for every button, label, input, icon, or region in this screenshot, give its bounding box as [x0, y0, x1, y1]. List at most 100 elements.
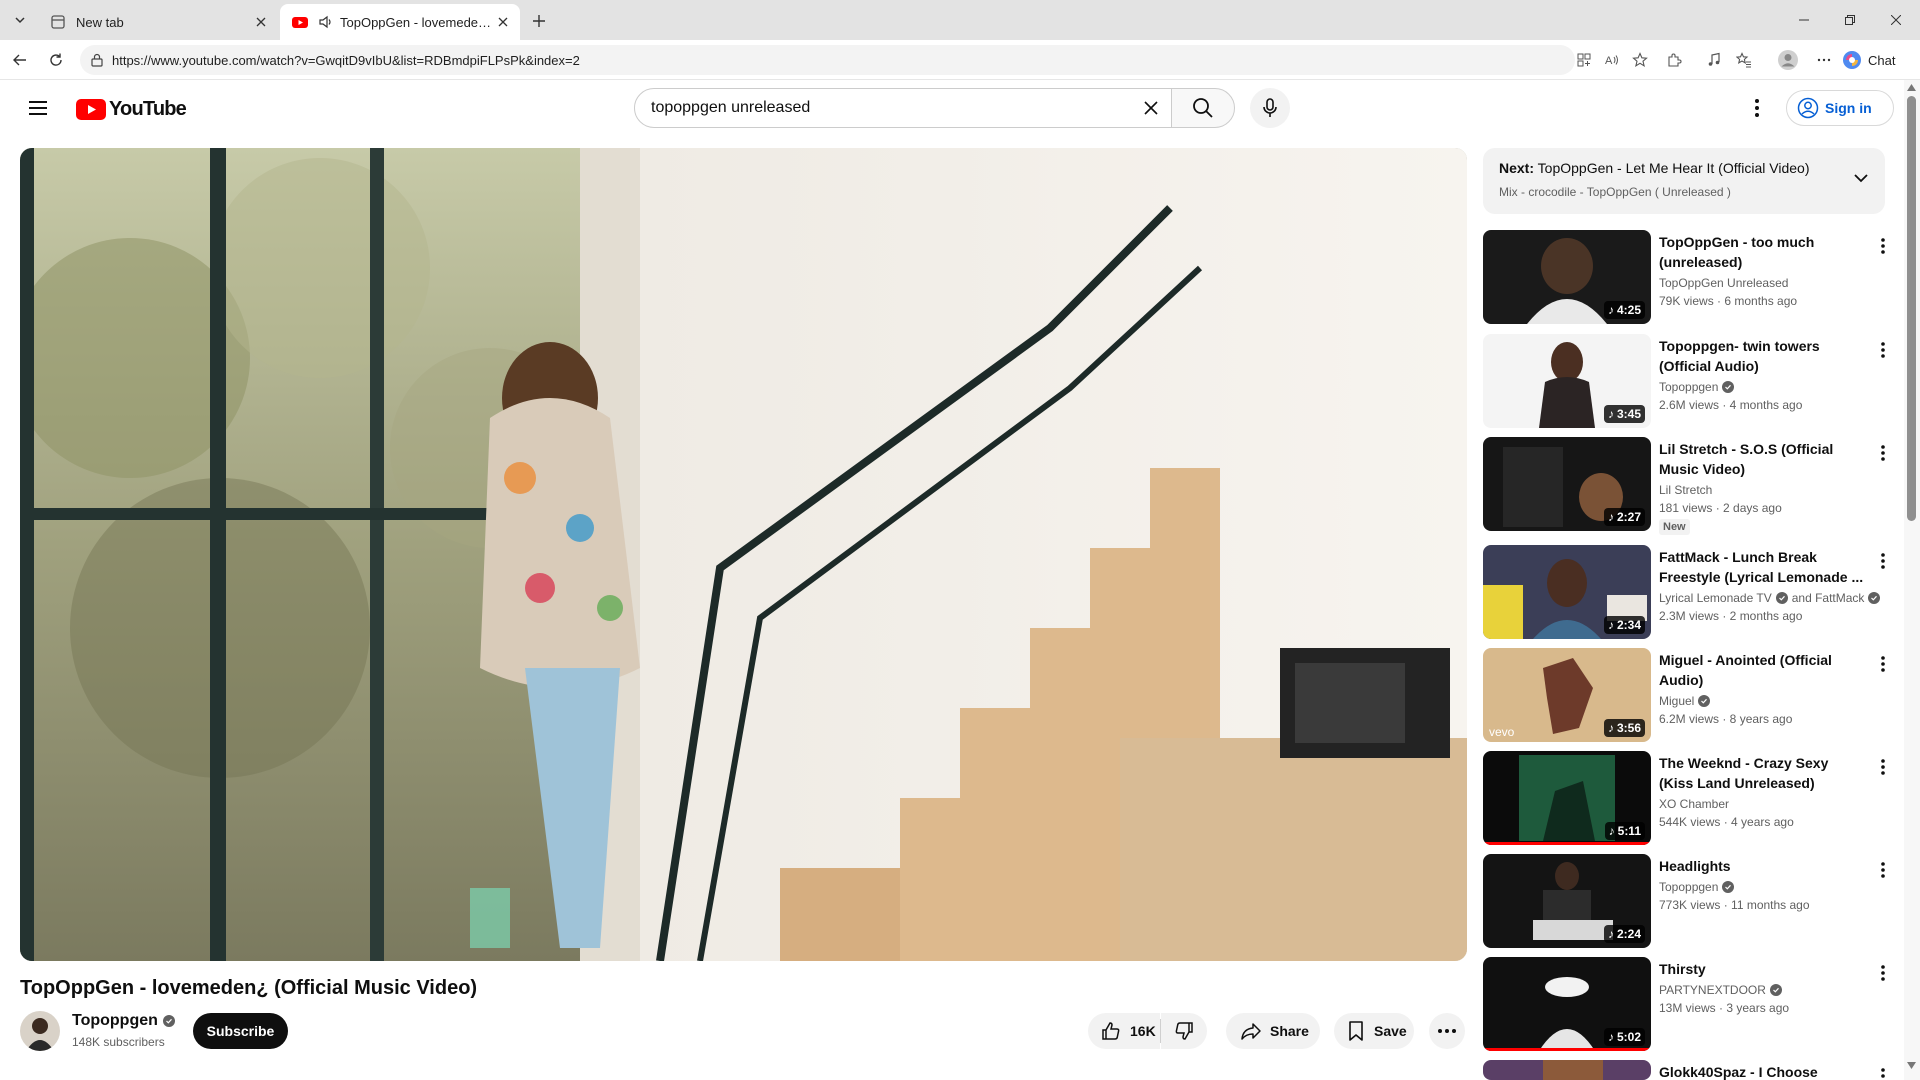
music-note-icon: ♪ — [1607, 510, 1614, 524]
rec-action-menu-button[interactable] — [1873, 961, 1893, 985]
app-available-button[interactable] — [1570, 46, 1598, 74]
rec-channel[interactable]: TopOppGen Unreleased — [1659, 276, 1788, 290]
rec-channel[interactable]: Topoppgen — [1659, 380, 1718, 394]
rec-action-menu-button[interactable] — [1873, 1064, 1893, 1080]
more-vertical-icon — [1881, 238, 1885, 254]
list-item[interactable]: vevo ♪ 3:56 Miguel - Anointed (Official A… — [1483, 648, 1903, 744]
scroll-down-button[interactable] — [1907, 1062, 1916, 1069]
more-actions-button[interactable] — [1429, 1013, 1465, 1049]
rec-action-menu-button[interactable] — [1873, 858, 1893, 882]
tab-youtube-video[interactable]: TopOppGen - lovemeden¿ (Official Music V… — [280, 4, 520, 40]
tab-close-button[interactable] — [494, 13, 512, 31]
address-bar[interactable]: https://www.youtube.com/watch?v=GwqitD9v… — [80, 45, 1575, 75]
tab-new-tab[interactable]: New tab — [38, 4, 278, 40]
read-aloud-button[interactable]: A — [1598, 46, 1626, 74]
rec-title[interactable]: Glokk40Spaz - I Choose — [1659, 1062, 1859, 1080]
site-info-icon[interactable] — [90, 53, 104, 67]
subscribe-button[interactable]: Subscribe — [193, 1013, 288, 1049]
rec-channel[interactable]: Lyrical Lemonade TV — [1659, 591, 1772, 605]
share-button[interactable]: Share — [1226, 1013, 1320, 1049]
list-item[interactable]: Glokk40Spaz - I Choose — [1483, 1060, 1903, 1080]
media-control-button[interactable] — [1700, 46, 1728, 74]
rec-title[interactable]: Lil Stretch - S.O.S (Official Music Vide… — [1659, 439, 1859, 479]
video-thumbnail[interactable]: ♪ 3:45 — [1483, 334, 1651, 428]
rec-channel[interactable]: XO Chamber — [1659, 797, 1729, 811]
collections-button[interactable] — [1730, 46, 1758, 74]
restore-window-button[interactable] — [1826, 0, 1874, 40]
rec-title[interactable]: Topoppgen- twin towers (Official Audio) — [1659, 336, 1859, 376]
rec-action-menu-button[interactable] — [1873, 652, 1893, 676]
rec-action-menu-button[interactable] — [1873, 549, 1893, 573]
video-thumbnail[interactable]: vevo ♪ 3:56 — [1483, 648, 1651, 742]
youtube-logo[interactable]: YouTube — [76, 98, 187, 121]
search-button[interactable] — [1171, 88, 1235, 128]
dislike-button[interactable] — [1161, 1013, 1207, 1049]
rec-channel[interactable]: Miguel — [1659, 694, 1694, 708]
video-thumbnail[interactable]: ♪ 2:27 — [1483, 437, 1651, 531]
playlist-up-next-panel[interactable]: Next: TopOppGen - Let Me Hear It (Offici… — [1483, 148, 1885, 214]
guide-menu-button[interactable] — [24, 94, 52, 122]
rec-title[interactable]: Thirsty — [1659, 959, 1859, 979]
settings-button[interactable] — [1743, 94, 1771, 122]
favorite-star-button[interactable] — [1626, 46, 1654, 74]
rec-channel[interactable]: PARTYNEXTDOOR — [1659, 983, 1766, 997]
rec-action-menu-button[interactable] — [1873, 234, 1893, 258]
copilot-chat-button[interactable]: Chat — [1842, 48, 1912, 72]
rec-title[interactable]: Headlights — [1659, 856, 1859, 876]
share-label: Share — [1270, 1023, 1309, 1039]
settings-more-button[interactable] — [1810, 46, 1838, 74]
video-thumbnail[interactable]: ♪ 4:25 — [1483, 230, 1651, 324]
sign-in-button[interactable]: Sign in — [1786, 90, 1894, 126]
duration-badge: ♪ 2:24 — [1603, 925, 1645, 943]
rec-title[interactable]: Miguel - Anointed (Official Audio) — [1659, 650, 1859, 690]
rec-action-menu-button[interactable] — [1873, 755, 1893, 779]
video-player[interactable] — [20, 148, 1467, 961]
rec-action-menu-button[interactable] — [1873, 441, 1893, 465]
rec-channel-secondary[interactable]: and FattMack — [1792, 591, 1865, 605]
rec-title[interactable]: FattMack - Lunch Break Freestyle (Lyrica… — [1659, 547, 1874, 587]
thumbnail-image — [1483, 1060, 1651, 1080]
save-button[interactable]: Save — [1334, 1013, 1414, 1049]
close-window-button[interactable] — [1872, 0, 1920, 40]
clear-search-button[interactable] — [1131, 88, 1171, 128]
voice-search-button[interactable] — [1250, 88, 1290, 128]
search-box[interactable]: topoppgen unreleased — [634, 88, 1172, 128]
list-item[interactable]: ♪ 3:45 Topoppgen- twin towers (Official A… — [1483, 334, 1903, 430]
list-item[interactable]: ♪ 2:34 FattMack - Lunch Break Freestyle (… — [1483, 545, 1903, 641]
tab-title: TopOppGen - lovemeden¿ (Official Music V… — [340, 14, 494, 30]
video-thumbnail[interactable]: ♪ 2:34 — [1483, 545, 1651, 639]
new-tab-button[interactable] — [526, 8, 552, 34]
list-item[interactable]: ♪ 2:24 Headlights Topoppgen 773K views · … — [1483, 854, 1903, 950]
expand-playlist-button[interactable] — [1853, 170, 1869, 186]
minimize-window-button[interactable] — [1780, 0, 1828, 40]
search-input[interactable]: topoppgen unreleased — [651, 99, 1131, 117]
rec-channel[interactable]: Topoppgen — [1659, 880, 1718, 894]
tab-actions-menu-button[interactable] — [6, 6, 34, 34]
refresh-button[interactable] — [42, 46, 70, 74]
channel-avatar[interactable] — [20, 1011, 60, 1051]
back-button[interactable] — [6, 46, 34, 74]
arrow-left-icon — [13, 54, 26, 66]
extensions-button[interactable] — [1660, 46, 1688, 74]
list-item[interactable]: ♪ 5:02 Thirsty PARTYNEXTDOOR 13M views · … — [1483, 957, 1903, 1053]
rec-action-menu-button[interactable] — [1873, 338, 1893, 362]
like-button[interactable]: 16K — [1088, 1013, 1160, 1049]
channel-name[interactable]: Topoppgen — [72, 1012, 175, 1030]
tab-close-button[interactable] — [252, 13, 270, 31]
profile-button[interactable] — [1774, 46, 1802, 74]
video-thumbnail[interactable]: ♪ 2:24 — [1483, 854, 1651, 948]
rec-title[interactable]: The Weeknd - Crazy Sexy (Kiss Land Unrel… — [1659, 753, 1859, 793]
video-thumbnail[interactable]: ♪ 5:11 — [1483, 751, 1651, 845]
list-item[interactable]: ♪ 4:25 TopOppGen - too much (unreleased) … — [1483, 230, 1903, 326]
list-item[interactable]: ♪ 5:11 The Weeknd - Crazy Sexy (Kiss Land… — [1483, 751, 1903, 847]
music-note-icon: ♪ — [1607, 303, 1614, 317]
list-item[interactable]: ♪ 2:27 Lil Stretch - S.O.S (Official Musi… — [1483, 437, 1903, 535]
speaker-icon[interactable] — [318, 14, 334, 30]
scrollbar-thumb[interactable] — [1907, 96, 1916, 521]
rec-title[interactable]: TopOppGen - too much (unreleased) — [1659, 232, 1859, 272]
video-thumbnail[interactable]: ♪ 5:02 — [1483, 957, 1651, 1051]
scroll-up-button[interactable] — [1907, 84, 1916, 91]
rec-channel[interactable]: Lil Stretch — [1659, 483, 1712, 497]
duration-text: 3:45 — [1616, 407, 1641, 421]
video-thumbnail[interactable] — [1483, 1060, 1651, 1080]
